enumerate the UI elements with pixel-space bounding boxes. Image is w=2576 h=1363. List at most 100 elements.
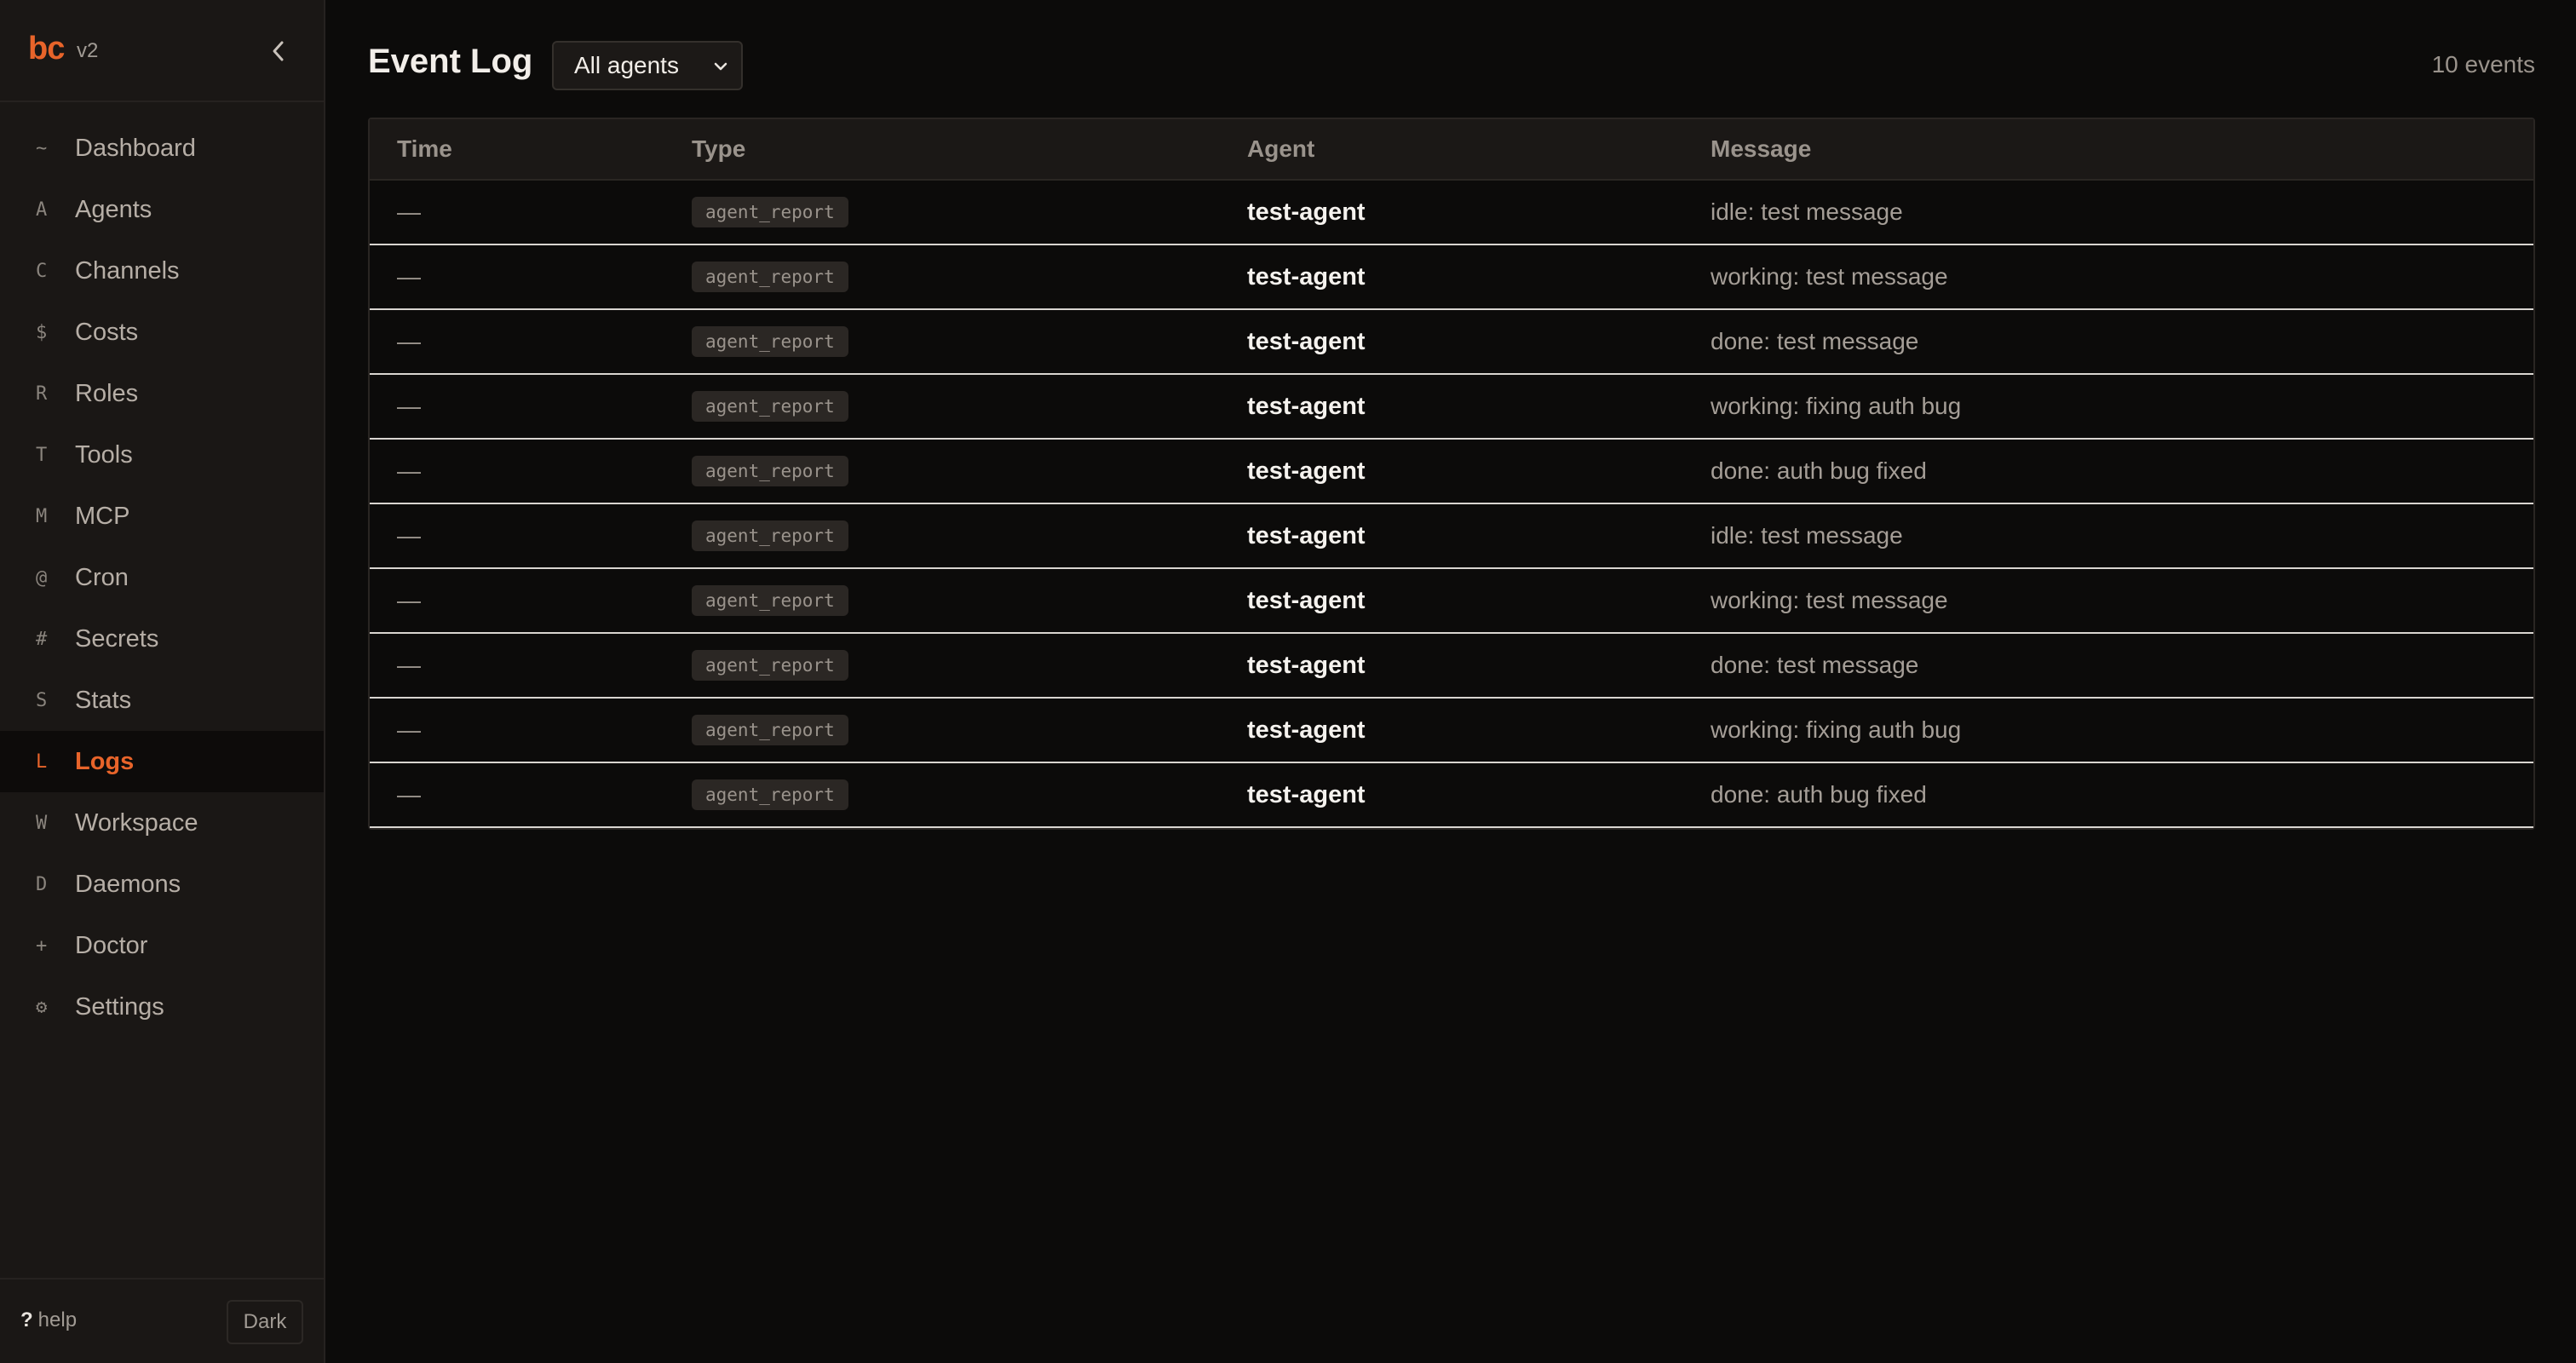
table-row: — agent_report test-agent done: auth bug…	[370, 440, 2533, 504]
nav-shortcut-key: L	[36, 751, 48, 773]
sidebar-footer: ? help Dark	[0, 1278, 324, 1363]
column-header-type: Type	[692, 135, 746, 162]
sidebar-item-label: Settings	[75, 992, 164, 1021]
event-type-badge: agent_report	[692, 520, 848, 551]
sidebar-item-stats[interactable]: S Stats	[0, 670, 324, 731]
nav-shortcut-key: #	[36, 628, 48, 650]
sidebar-nav: ~ Dashboard A Agents C Channels $ Costs …	[0, 118, 324, 1038]
sidebar-item-label: MCP	[75, 502, 130, 530]
sidebar-item-tools[interactable]: T Tools	[0, 424, 324, 486]
nav-shortcut-key: W	[36, 812, 48, 834]
event-agent[interactable]: test-agent	[1247, 522, 1711, 550]
column-header-time: Time	[397, 135, 452, 162]
collapse-sidebar-button[interactable]	[264, 36, 291, 66]
event-time: —	[397, 198, 421, 225]
help-label: help	[37, 1308, 78, 1331]
event-agent[interactable]: test-agent	[1247, 198, 1711, 227]
event-agent[interactable]: test-agent	[1247, 781, 1711, 809]
event-message: working: fixing auth bug	[1711, 716, 1962, 743]
chevron-left-icon	[273, 41, 284, 61]
theme-toggle-button[interactable]: Dark	[227, 1300, 303, 1344]
sidebar-item-roles[interactable]: R Roles	[0, 363, 324, 424]
sidebar-item-doctor[interactable]: + Doctor	[0, 915, 324, 976]
sidebar-item-label: Logs	[75, 747, 135, 775]
sidebar-item-label: Daemons	[75, 870, 181, 898]
nav-shortcut-key: C	[36, 260, 48, 282]
event-type-badge: agent_report	[692, 326, 848, 357]
sidebar-item-label: Tools	[75, 440, 133, 469]
sidebar-item-label: Dashboard	[75, 134, 196, 162]
table-row: — agent_report test-agent idle: test mes…	[370, 504, 2533, 569]
table-row: — agent_report test-agent working: fixin…	[370, 699, 2533, 763]
event-message: done: test message	[1711, 328, 1919, 354]
sidebar-item-agents[interactable]: A Agents	[0, 179, 324, 240]
event-message: done: auth bug fixed	[1711, 457, 1927, 484]
chevron-down-icon	[714, 62, 727, 71]
sidebar-item-dashboard[interactable]: ~ Dashboard	[0, 118, 324, 179]
event-agent[interactable]: test-agent	[1247, 328, 1711, 356]
sidebar-item-settings[interactable]: ⚙ Settings	[0, 976, 324, 1038]
event-time: —	[397, 587, 421, 613]
event-message: working: test message	[1711, 263, 1948, 290]
sidebar-item-daemons[interactable]: D Daemons	[0, 854, 324, 915]
sidebar: bc v2 ~ Dashboard A Agents C Channels $ …	[0, 0, 325, 1363]
event-time: —	[397, 263, 421, 290]
event-table: Time Type Agent Message — agent_report t…	[368, 118, 2535, 830]
event-message: idle: test message	[1711, 198, 1903, 225]
agent-filter-value: All agents	[574, 52, 679, 78]
table-header: Time Type Agent Message	[370, 119, 2533, 181]
sidebar-item-label: Costs	[75, 318, 139, 346]
table-row: — agent_report test-agent done: auth bug…	[370, 763, 2533, 828]
event-time: —	[397, 457, 421, 484]
agent-filter-select[interactable]: All agents	[552, 41, 743, 90]
event-message: done: test message	[1711, 652, 1919, 678]
nav-shortcut-key: ~	[36, 137, 48, 159]
event-agent[interactable]: test-agent	[1247, 652, 1711, 680]
nav-shortcut-key: M	[36, 505, 48, 527]
event-time: —	[397, 652, 421, 678]
event-time: —	[397, 328, 421, 354]
gear-icon: ⚙	[36, 996, 48, 1018]
sidebar-item-label: Roles	[75, 379, 139, 407]
sidebar-item-cron[interactable]: @ Cron	[0, 547, 324, 608]
nav-shortcut-key: R	[36, 382, 48, 405]
table-row: — agent_report test-agent working: test …	[370, 569, 2533, 634]
event-type-badge: agent_report	[692, 262, 848, 292]
event-agent[interactable]: test-agent	[1247, 263, 1711, 291]
event-agent[interactable]: test-agent	[1247, 587, 1711, 615]
sidebar-item-secrets[interactable]: # Secrets	[0, 608, 324, 670]
event-agent[interactable]: test-agent	[1247, 457, 1711, 486]
help-link[interactable]: ? help	[20, 1308, 77, 1332]
page-title: Event Log	[368, 43, 533, 80]
table-row: — agent_report test-agent done: test mes…	[370, 310, 2533, 375]
event-count: 10 events	[2431, 51, 2535, 78]
sidebar-item-mcp[interactable]: M MCP	[0, 486, 324, 547]
sidebar-item-costs[interactable]: $ Costs	[0, 302, 324, 363]
event-message: done: auth bug fixed	[1711, 781, 1927, 808]
app-version: v2	[77, 39, 99, 62]
app-logo[interactable]: bc	[28, 31, 65, 67]
event-message: working: fixing auth bug	[1711, 393, 1962, 419]
event-time: —	[397, 522, 421, 549]
sidebar-item-label: Doctor	[75, 931, 148, 959]
sidebar-item-logs[interactable]: L Logs	[0, 731, 324, 792]
event-time: —	[397, 393, 421, 419]
event-type-badge: agent_report	[692, 391, 848, 422]
help-icon: ?	[20, 1308, 33, 1331]
sidebar-item-label: Workspace	[75, 808, 198, 837]
event-type-badge: agent_report	[692, 456, 848, 486]
table-row: — agent_report test-agent done: test mes…	[370, 634, 2533, 699]
event-type-badge: agent_report	[692, 779, 848, 810]
sidebar-item-channels[interactable]: C Channels	[0, 240, 324, 302]
table-row: — agent_report test-agent working: test …	[370, 245, 2533, 310]
sidebar-item-label: Agents	[75, 195, 152, 223]
nav-shortcut-key: S	[36, 689, 48, 711]
nav-shortcut-key: D	[36, 873, 48, 895]
event-type-badge: agent_report	[692, 715, 848, 745]
event-type-badge: agent_report	[692, 197, 848, 227]
event-agent[interactable]: test-agent	[1247, 393, 1711, 421]
column-header-agent: Agent	[1247, 135, 1315, 162]
sidebar-item-workspace[interactable]: W Workspace	[0, 792, 324, 854]
event-agent[interactable]: test-agent	[1247, 716, 1711, 745]
nav-shortcut-key: +	[36, 935, 48, 957]
